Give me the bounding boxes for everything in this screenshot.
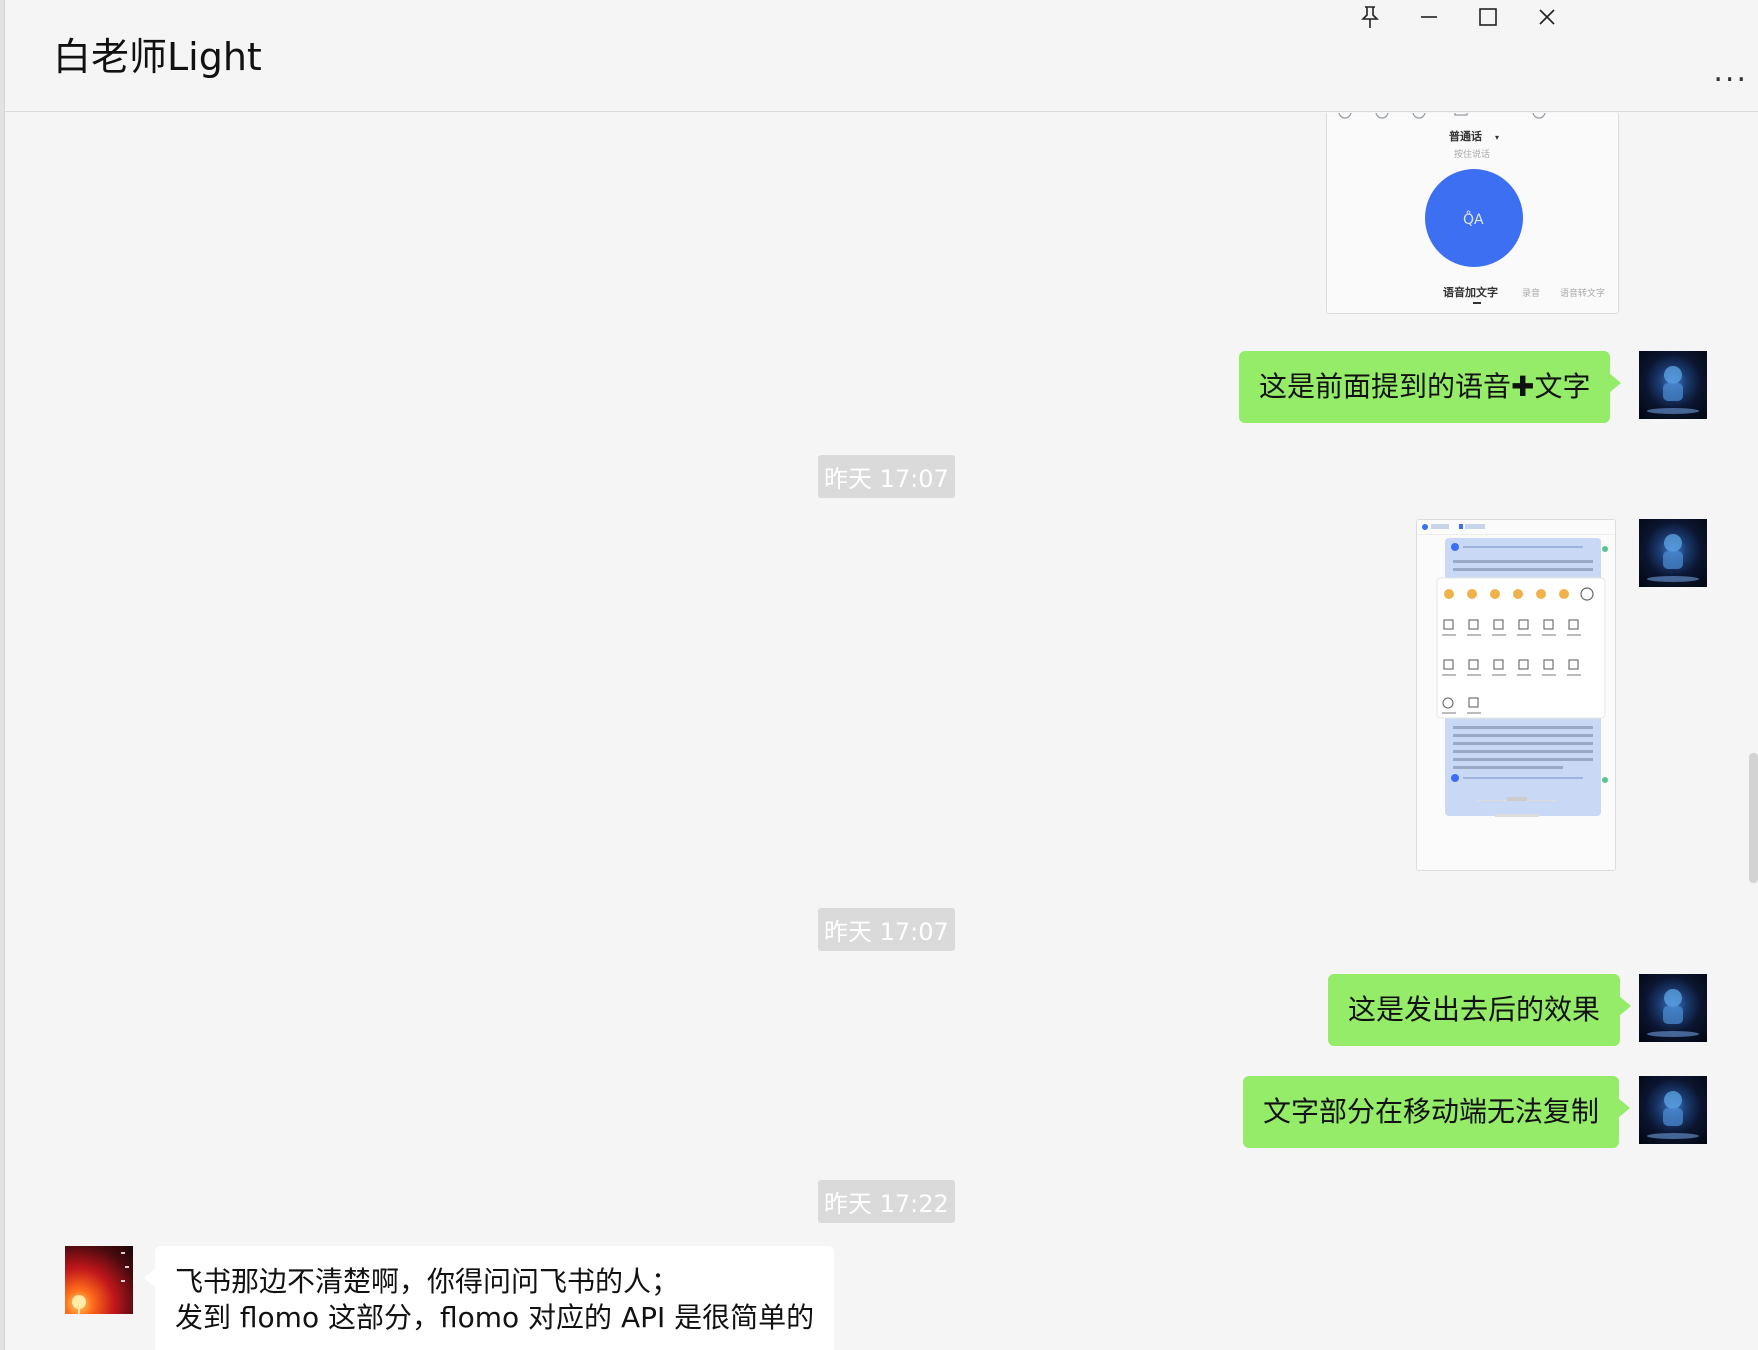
message-bubble-self[interactable]: 这是发出去后的效果 [1328, 974, 1632, 1046]
message-text-line: 发到 flomo 这部分，flomo 对应的 API 是很简单的 [175, 1301, 815, 1334]
message-text: 这是发出去后的效果 [1348, 993, 1601, 1026]
titlebar: 白老师Light ... [5, 0, 1758, 112]
message-text-line: 飞书那边不清楚啊，你得问问飞书的人； [175, 1265, 680, 1298]
sunset-avatar-icon [72, 1252, 129, 1314]
feishu-menu-screenshot [1417, 520, 1615, 870]
close-button[interactable] [1517, 0, 1577, 34]
chat-title: 白老师Light [53, 35, 262, 79]
pin-button[interactable] [1340, 0, 1400, 34]
avatar-self[interactable] [1639, 974, 1707, 1042]
message-bubble-self[interactable]: 文字部分在移动端无法复制 [1243, 1076, 1631, 1148]
image-message-feishu-menu[interactable] [1416, 519, 1616, 871]
tab-voice-to-text: 语音转文字 [1560, 287, 1605, 299]
timestamp: 昨天 17:07 [818, 908, 955, 951]
astronaut-avatar-icon [1647, 989, 1699, 1037]
hold-to-talk-hint: 按住说话 [1454, 148, 1490, 160]
tab-voice-plus-text: 语音加文字 [1443, 285, 1498, 299]
pin-icon [1361, 6, 1379, 28]
minimize-button[interactable] [1399, 0, 1459, 34]
message-bubble-self[interactable]: 这是前面提到的语音✚文字 [1239, 351, 1622, 423]
avatar-self[interactable] [1639, 519, 1707, 587]
chat-area: 普通话 ▾ 按住说话 Q̊A 语音加文字 录音 语音转文字 这是前面提到的语音✚… [5, 113, 1758, 1350]
image-message-voice-input[interactable]: 普通话 ▾ 按住说话 Q̊A 语音加文字 录音 语音转文字 [1326, 113, 1619, 314]
close-icon [1539, 9, 1555, 25]
svg-text:▾: ▾ [1495, 133, 1499, 142]
mic-button-label: Q̊A [1463, 211, 1484, 228]
timestamp: 昨天 17:22 [818, 1180, 955, 1223]
maximize-button[interactable] [1458, 0, 1518, 34]
avatar-other[interactable] [65, 1246, 133, 1314]
avatar-self[interactable] [1639, 1076, 1707, 1144]
language-label: 普通话 [1449, 129, 1482, 143]
scrollbar-thumb[interactable] [1749, 753, 1758, 883]
avatar-self[interactable] [1639, 351, 1707, 419]
astronaut-avatar-icon [1647, 534, 1699, 582]
tab-record: 录音 [1522, 287, 1540, 299]
maximize-icon [1479, 8, 1497, 26]
astronaut-avatar-icon [1647, 366, 1699, 414]
more-options-button[interactable]: ... [1713, 54, 1748, 89]
message-bubble-other[interactable]: 飞书那边不清楚啊，你得问问飞书的人； 发到 flomo 这部分，flomo 对应… [143, 1246, 835, 1350]
astronaut-avatar-icon [1647, 1091, 1699, 1139]
minimize-icon [1421, 16, 1437, 18]
message-text: 这是前面提到的语音✚文字 [1259, 370, 1591, 403]
timestamp: 昨天 17:07 [818, 455, 955, 498]
message-text: 文字部分在移动端无法复制 [1263, 1095, 1600, 1128]
voice-input-screenshot: 普通话 ▾ 按住说话 Q̊A 语音加文字 录音 语音转文字 [1327, 113, 1618, 313]
